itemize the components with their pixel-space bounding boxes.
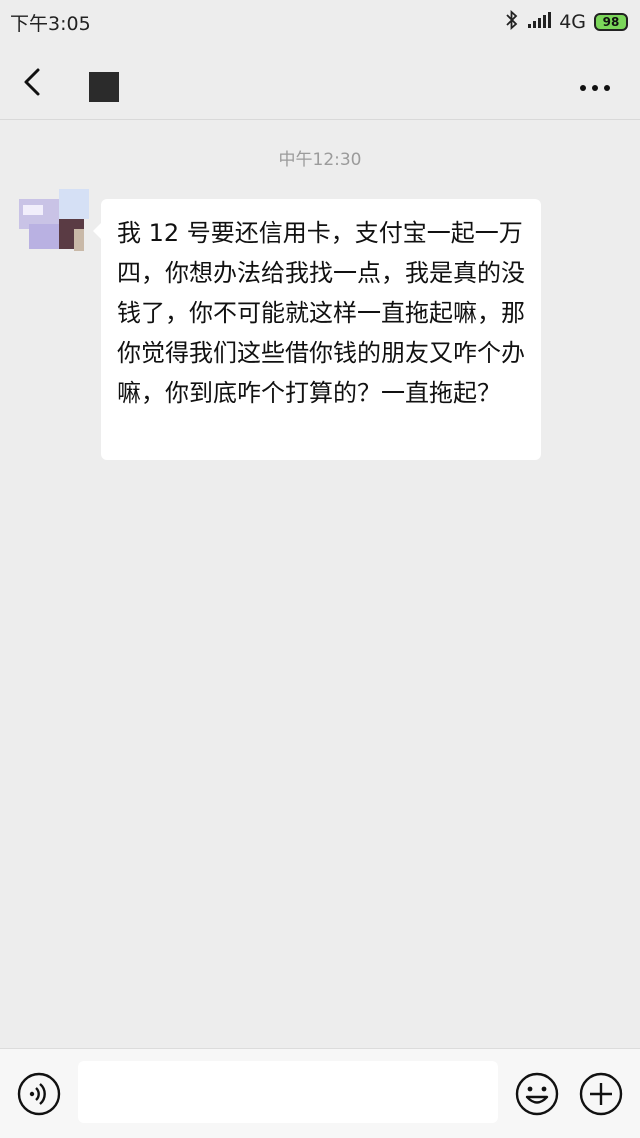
status-bar: 下午3:05 4G 98 bbox=[0, 0, 640, 44]
more-dots-icon bbox=[580, 85, 610, 91]
back-arrow-icon bbox=[24, 68, 40, 96]
emoji-icon bbox=[515, 1072, 559, 1116]
plus-icon bbox=[579, 1072, 623, 1116]
emoji-button[interactable] bbox=[514, 1071, 560, 1117]
message-timestamp: 中午12:30 bbox=[278, 150, 362, 170]
voice-icon bbox=[17, 1072, 61, 1116]
message-bubble[interactable]: 我 12 号要还信用卡，支付宝一起一万四，你想办法给我找一点，我是真的没钱了，你… bbox=[93, 199, 541, 460]
message-text: 我 12 号要还信用卡，支付宝一起一万四，你想办法给我找一点，我是真的没钱了，你… bbox=[117, 219, 525, 407]
battery-icon: 98 bbox=[594, 13, 628, 31]
network-type: 4G bbox=[559, 11, 586, 33]
bluetooth-icon bbox=[505, 9, 519, 35]
status-icons: 4G 98 bbox=[505, 9, 628, 35]
contact-avatar[interactable] bbox=[19, 189, 89, 259]
more-button[interactable] bbox=[578, 78, 612, 91]
plus-button[interactable] bbox=[578, 1071, 624, 1117]
contact-name-redacted bbox=[89, 72, 119, 102]
message-input[interactable] bbox=[78, 1061, 498, 1123]
back-button[interactable] bbox=[18, 62, 48, 102]
status-time: 下午3:05 bbox=[10, 12, 91, 35]
voice-button[interactable] bbox=[16, 1071, 62, 1117]
battery-level: 98 bbox=[602, 15, 620, 29]
nav-bar bbox=[0, 44, 640, 120]
input-bar bbox=[0, 1048, 640, 1138]
signal-icon bbox=[527, 11, 552, 34]
